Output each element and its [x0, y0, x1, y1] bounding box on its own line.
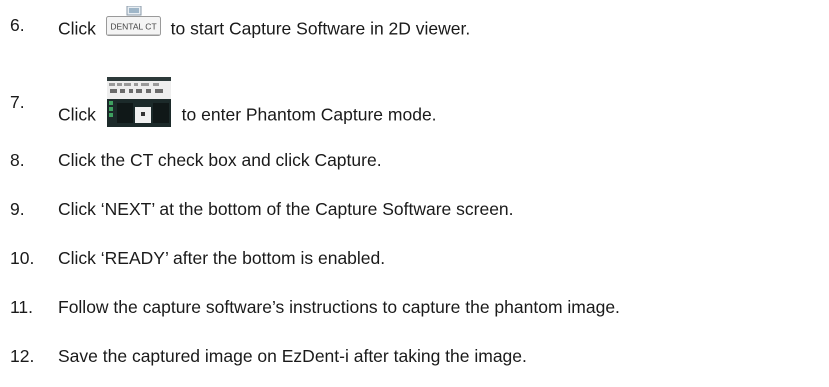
step-text: Click DENTAL CT to start Capture Softwar…: [58, 5, 471, 46]
step-number: 10.: [10, 248, 35, 268]
step-text: Click ‘NEXT’ at the bottom of the Captur…: [58, 199, 514, 219]
step-number: 11.: [10, 297, 34, 317]
step-text-before: Click: [58, 18, 96, 39]
step-text: Follow the capture software’s instructio…: [58, 297, 620, 317]
dental-ct-label: DENTAL CT: [110, 22, 156, 32]
step-text: Click ‘READY’ after the bottom is enable…: [58, 248, 386, 268]
step-text-after: to start Capture Software in 2D viewer.: [170, 18, 471, 39]
step-text-before: Click: [58, 104, 96, 125]
step-number: 8.: [10, 150, 25, 170]
step-text: Save the captured image on EzDent-i afte…: [58, 346, 527, 366]
step-number: 9.: [10, 199, 25, 219]
step-text-after: to enter Phantom Capture mode.: [181, 104, 437, 125]
step-number: 7.: [10, 92, 25, 112]
step-number: 6.: [10, 15, 25, 35]
phantom-capture-thumbnail-icon: [106, 77, 171, 127]
step-text: Click to enter Phantom Capture mode.: [58, 77, 437, 141]
step-text: Click the CT check box and click Capture…: [58, 150, 382, 170]
step-number: 12.: [10, 346, 35, 366]
dental-ct-button-icon: DENTAL CT: [105, 5, 162, 38]
